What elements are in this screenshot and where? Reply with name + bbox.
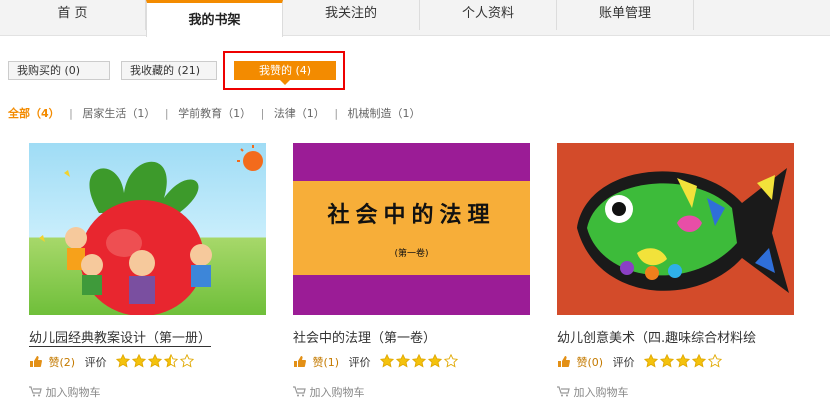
- star-full-icon: [428, 354, 443, 368]
- product-card: 社会中的法理 (第一卷) 社会中的法理（第一卷） 赞(1) 评价 加入购物车: [293, 143, 533, 400]
- filter-preschool[interactable]: 学前教育（1）: [178, 105, 251, 121]
- product-meta: 赞(0) 评价: [557, 354, 797, 370]
- rating-label: 评价: [612, 356, 635, 369]
- cart-icon: [293, 386, 306, 397]
- cover-subtitle: (第一卷): [394, 249, 429, 259]
- tab-profile[interactable]: 个人资料: [420, 0, 557, 30]
- cart-icon: [557, 386, 570, 397]
- cart-icon: [29, 386, 42, 397]
- filter-separator: |: [334, 107, 339, 120]
- thumbs-up-icon[interactable]: [29, 355, 42, 368]
- star-empty-icon: [708, 354, 723, 368]
- product-title[interactable]: 幼儿创意美术（四.趣味综合材料绘: [557, 327, 797, 346]
- star-full-icon: [116, 354, 131, 368]
- star-full-icon: [644, 354, 659, 368]
- star-empty-icon: [444, 354, 459, 368]
- star-empty-icon: [180, 354, 195, 368]
- filter-separator: |: [69, 107, 73, 120]
- product-cover-image[interactable]: [29, 143, 266, 315]
- add-to-cart-label: 加入购物车: [573, 386, 629, 399]
- product-title[interactable]: 社会中的法理（第一卷）: [293, 327, 533, 346]
- product-cover-image[interactable]: 社会中的法理 (第一卷): [293, 143, 530, 315]
- star-full-icon: [380, 354, 395, 368]
- star-full-icon: [148, 354, 163, 368]
- product-card: 幼儿创意美术（四.趣味综合材料绘 赞(0) 评价 加入购物车: [557, 143, 797, 400]
- star-rating[interactable]: [116, 354, 196, 373]
- like-count[interactable]: 赞(0): [577, 356, 604, 369]
- cover-title: 社会中的法理: [327, 202, 496, 228]
- add-to-cart-link[interactable]: 加入购物车: [557, 384, 797, 400]
- star-full-icon: [132, 354, 147, 368]
- rating-label: 评价: [348, 356, 371, 369]
- tab-my-shelf[interactable]: 我的书架: [146, 0, 283, 37]
- filter-separator: |: [164, 107, 169, 120]
- star-half-icon: [164, 354, 179, 368]
- star-full-icon: [396, 354, 411, 368]
- subtab-bought[interactable]: 我购买的 (0): [8, 61, 110, 80]
- star-full-icon: [676, 354, 691, 368]
- kids-radish-illustration: [39, 145, 263, 315]
- star-rating[interactable]: [644, 354, 724, 373]
- filter-machinery[interactable]: 机械制造（1）: [348, 105, 421, 121]
- product-meta: 赞(1) 评价: [293, 354, 533, 370]
- like-count[interactable]: 赞(1): [313, 356, 340, 369]
- filter-home-life[interactable]: 居家生活（1）: [82, 105, 155, 121]
- filter-all[interactable]: 全部（4）: [8, 105, 60, 121]
- subtab-favorited[interactable]: 我收藏的 (21): [121, 61, 217, 80]
- filter-law[interactable]: 法律（1）: [274, 105, 325, 121]
- filter-separator: |: [260, 107, 265, 120]
- add-to-cart-label: 加入购物车: [45, 386, 101, 399]
- star-full-icon: [660, 354, 675, 368]
- category-filter-row: 全部（4） | 居家生活（1） | 学前教育（1） | 法律（1） | 机械制造…: [8, 105, 421, 121]
- add-to-cart-label: 加入购物车: [309, 386, 365, 399]
- add-to-cart-link[interactable]: 加入购物车: [29, 384, 269, 400]
- star-full-icon: [692, 354, 707, 368]
- product-title[interactable]: 幼儿园经典教案设计（第一册）: [29, 327, 269, 347]
- star-full-icon: [412, 354, 427, 368]
- like-count[interactable]: 赞(2): [49, 356, 76, 369]
- colorful-fish-artwork: [577, 168, 789, 293]
- tab-following[interactable]: 我关注的: [283, 0, 420, 30]
- tab-billing[interactable]: 账单管理: [557, 0, 694, 30]
- product-card: 幼儿园经典教案设计（第一册） 赞(2) 评价 加入购物车: [29, 143, 269, 400]
- rating-label: 评价: [84, 356, 107, 369]
- thumbs-up-icon[interactable]: [293, 355, 306, 368]
- star-rating[interactable]: [380, 354, 460, 373]
- thumbs-up-icon[interactable]: [557, 355, 570, 368]
- tab-home[interactable]: 首 页: [0, 0, 146, 30]
- add-to-cart-link[interactable]: 加入购物车: [293, 384, 533, 400]
- product-cover-image[interactable]: [557, 143, 794, 315]
- top-tab-bar: 首 页 我的书架 我关注的 个人资料 账单管理: [0, 0, 830, 37]
- highlight-box: [223, 51, 345, 90]
- product-meta: 赞(2) 评价: [29, 354, 269, 370]
